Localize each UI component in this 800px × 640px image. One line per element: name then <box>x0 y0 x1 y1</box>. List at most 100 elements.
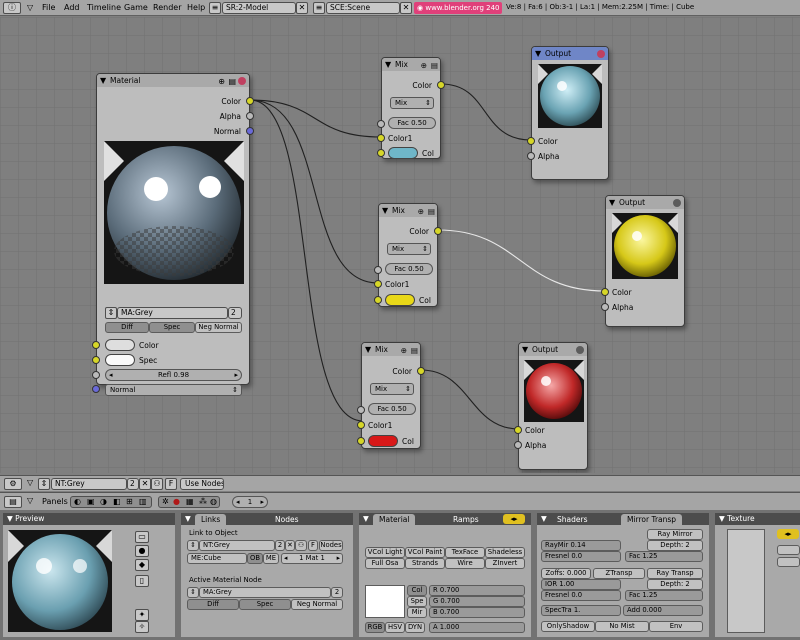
node-preview-icon[interactable]: ⊕ <box>421 59 427 72</box>
mix-socket-col[interactable] <box>374 296 382 304</box>
collapse-triangle-icon[interactable]: ▼ <box>181 514 191 523</box>
collapse-triangle-icon[interactable]: ▼ <box>522 343 528 356</box>
node-editor[interactable]: ▼ Material ⊕ ▤ Color Alpha Normal ⇕ MA:G… <box>0 17 800 473</box>
collapse-triangle-icon[interactable]: ▼ <box>365 343 371 356</box>
node-options-icon[interactable]: ▤ <box>428 205 435 218</box>
ztransp-toggle[interactable]: ZTransp <box>593 568 645 579</box>
world-icon[interactable]: ◍ <box>210 497 217 506</box>
scene-name-field[interactable]: SCE:Scene <box>326 2 400 14</box>
frame-number-field[interactable]: ◂ 1 ▸ <box>232 496 268 508</box>
output-socket-alpha[interactable] <box>527 152 535 160</box>
menu-timeline[interactable]: Timeline <box>87 2 121 14</box>
active-mat-field[interactable]: MA:Grey <box>199 587 331 598</box>
mix-socket-color1[interactable] <box>357 421 365 429</box>
spectra-slider[interactable]: SpecTra 1. <box>541 605 621 616</box>
collapse-icon[interactable]: ▽ <box>27 496 33 505</box>
texture-slot-button[interactable] <box>777 557 800 567</box>
car-icon[interactable]: ⚇ <box>295 540 307 551</box>
dyn-mode-button[interactable]: DYN <box>405 622 425 633</box>
output-node-2-header[interactable]: ▼ Output <box>606 196 684 209</box>
texture-icon[interactable]: ▦ <box>186 497 194 506</box>
collapse-triangle-icon[interactable]: ▼ <box>535 47 541 60</box>
collapse-triangle-icon[interactable]: ▼ <box>385 58 391 71</box>
mesh-field[interactable]: ME:Cube <box>187 553 247 564</box>
fake-user-button[interactable]: F <box>308 540 318 551</box>
lamp-icon[interactable]: ✲ <box>162 497 169 506</box>
shading-icon[interactable]: ◑ <box>100 497 107 506</box>
node-material-icon[interactable] <box>673 199 681 207</box>
tree-delete-button[interactable]: ✕ <box>139 478 151 490</box>
preview-monkey-icon[interactable]: ▯ <box>135 575 149 587</box>
links-tree-field[interactable]: NT:Grey <box>199 540 275 551</box>
collapse-triangle-icon[interactable]: ▼ <box>382 204 388 217</box>
mix-socket-col[interactable] <box>357 437 365 445</box>
transp-fresnel-slider[interactable]: Fresnel 0.0 <box>541 590 621 601</box>
preview-cube-icon[interactable]: ◆ <box>135 559 149 571</box>
b-slider[interactable]: B 0.700 <box>429 607 525 618</box>
material-node-header[interactable]: ▼ Material ⊕ ▤ <box>97 74 249 87</box>
collapse-triangle-icon[interactable]: ▼ <box>100 74 106 87</box>
mix-socket-out[interactable] <box>417 367 425 375</box>
mix-node-3-header[interactable]: ▼ Mix ⊕ ▤ <box>362 343 420 356</box>
material-name-field[interactable]: MA:Grey <box>117 307 228 319</box>
texture-slot-button[interactable] <box>777 545 800 555</box>
mix-socket-fac[interactable] <box>377 120 385 128</box>
logic-icon[interactable]: ◐ <box>74 497 81 506</box>
scene-icon[interactable]: ▥ <box>139 497 147 506</box>
raymir-slider[interactable]: RayMir 0.14 <box>541 540 621 551</box>
collapse-icon[interactable]: ▽ <box>27 2 33 14</box>
menu-help[interactable]: Help <box>187 2 205 14</box>
node-preview-icon[interactable]: ⊕ <box>418 205 424 218</box>
socket-out-color[interactable] <box>246 97 254 105</box>
script-icon[interactable]: ▣ <box>87 497 95 506</box>
alpha-slider[interactable]: A 1.000 <box>429 622 525 633</box>
tree-delete-button[interactable]: ✕ <box>285 540 295 551</box>
normal-field[interactable]: Normal ⇕ <box>105 384 242 396</box>
mix-node-2[interactable]: ▼ Mix ⊕ ▤ Color Mix ⇕ Fac 0.50 Color1 Col <box>374 203 442 307</box>
ray-transp-toggle[interactable]: Ray Transp <box>647 568 703 579</box>
node-options-icon[interactable]: ▤ <box>411 344 418 357</box>
node-material-icon[interactable] <box>576 346 584 354</box>
ior-slider[interactable]: IOR 1.00 <box>541 579 621 590</box>
texture-panel-header[interactable]: ▼ Texture <box>715 513 800 525</box>
output-socket-alpha[interactable] <box>601 303 609 311</box>
mix-socket-color1[interactable] <box>377 134 385 142</box>
no-mist-toggle[interactable]: No Mist <box>595 621 649 632</box>
mix-col-swatch[interactable] <box>385 294 415 306</box>
mix-socket-col[interactable] <box>377 149 385 157</box>
material-browse-button[interactable]: ⇕ <box>105 307 117 319</box>
output-socket-color[interactable] <box>514 426 522 434</box>
panel-arrows-icon[interactable]: ◂▸ <box>503 514 525 524</box>
panels-menu[interactable]: Panels <box>42 497 68 506</box>
menu-game[interactable]: Game <box>124 2 148 14</box>
socket-in-color[interactable] <box>92 341 100 349</box>
tab-nodes[interactable]: Nodes <box>269 514 304 525</box>
info-icon[interactable]: ⓘ <box>3 2 21 14</box>
active-mat-browse[interactable]: ⇕ <box>187 587 199 598</box>
mix-node-1[interactable]: ▼ Mix ⊕ ▤ Color Mix ⇕ Fac 0.50 Color1 Col <box>377 57 445 159</box>
preview-sphere-icon[interactable]: ● <box>135 545 149 557</box>
output-node-1[interactable]: ▼ Output Color Alpha <box>527 46 609 180</box>
mirror-depth-field[interactable]: Depth: 2 <box>647 540 703 551</box>
refl-slider[interactable]: ◂ Refl 0.98 ▸ <box>105 369 242 381</box>
blender-url-badge[interactable]: ◉ www.blender.org 240 <box>414 2 502 14</box>
mat-index-field[interactable]: ◂ 1 Mat 1 ▸ <box>281 553 343 564</box>
socket-out-alpha[interactable] <box>246 112 254 120</box>
object-icon[interactable]: ◧ <box>113 497 121 506</box>
spe-button[interactable]: Spe <box>407 596 427 607</box>
full-osa-toggle[interactable]: Full Osa <box>365 558 405 569</box>
nodes-toggle[interactable]: Nodes <box>319 540 343 551</box>
output-node-3[interactable]: ▼ Output Color Alpha <box>514 342 588 470</box>
only-shadow-toggle[interactable]: OnlyShadow <box>541 621 595 632</box>
mix-fac-slider[interactable]: Fac 0.50 <box>385 263 433 275</box>
add-slider[interactable]: Add 0.000 <box>623 605 703 616</box>
mix-col-swatch[interactable] <box>368 435 398 447</box>
collapse-triangle-icon[interactable]: ▼ <box>537 514 547 523</box>
col-button[interactable]: Col <box>407 585 427 596</box>
zoffs-field[interactable]: Zoffs: 0.000 <box>541 568 591 579</box>
transp-fac-slider[interactable]: Fac 1.25 <box>625 590 703 601</box>
tab-shaders[interactable]: Shaders <box>551 514 593 525</box>
link-me-button[interactable]: ME <box>263 553 279 564</box>
tab-ramps[interactable]: Ramps <box>447 514 485 525</box>
mix-node-1-header[interactable]: ▼ Mix ⊕ ▤ <box>382 58 440 71</box>
